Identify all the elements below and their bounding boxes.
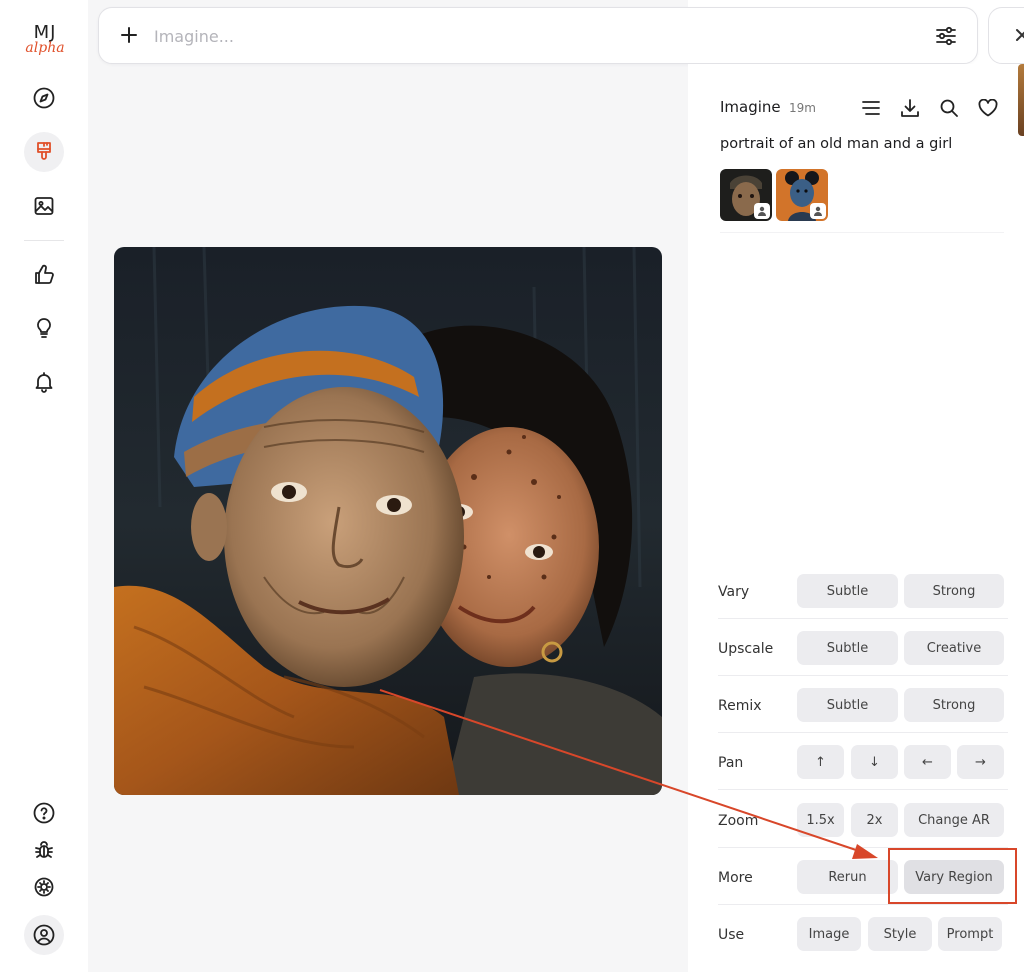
bell-icon bbox=[35, 372, 53, 393]
imagine-bar bbox=[98, 7, 978, 64]
use-style-button[interactable]: Style bbox=[868, 917, 932, 951]
person-icon bbox=[758, 206, 766, 216]
sidebar-item-tasks[interactable] bbox=[24, 308, 64, 348]
compass-icon bbox=[33, 87, 55, 109]
pan-up-button[interactable]: ↑ bbox=[797, 745, 844, 779]
user-circle-icon bbox=[33, 924, 55, 946]
search-similar-button[interactable] bbox=[937, 96, 961, 120]
list-icon bbox=[862, 101, 880, 115]
person-icon bbox=[814, 206, 822, 216]
row-separator bbox=[718, 675, 1008, 676]
sidebar-item-help[interactable] bbox=[24, 793, 64, 833]
bug-icon bbox=[35, 841, 53, 858]
sidebar-item-organize[interactable] bbox=[24, 186, 64, 226]
next-image-thumbnail[interactable] bbox=[1018, 64, 1024, 136]
download-icon bbox=[901, 99, 919, 117]
download-button[interactable] bbox=[898, 96, 922, 120]
imagine-input[interactable] bbox=[154, 22, 854, 50]
pan-left-button[interactable]: ← bbox=[904, 745, 951, 779]
use-image-button[interactable]: Image bbox=[797, 917, 861, 951]
zoom-label: Zoom bbox=[718, 813, 759, 829]
help-circle-icon bbox=[33, 802, 55, 824]
row-separator bbox=[718, 789, 1008, 790]
panel-title: Imagine bbox=[720, 98, 781, 116]
action-row-upscale: Upscale Subtle Creative bbox=[718, 631, 1018, 676]
use-prompt-button[interactable]: Prompt bbox=[938, 917, 1002, 951]
action-row-remix: Remix Subtle Strong bbox=[718, 688, 1018, 733]
close-button[interactable] bbox=[988, 7, 1024, 64]
logo[interactable]: MJ alpha bbox=[22, 24, 68, 56]
rerun-button[interactable]: Rerun bbox=[797, 860, 898, 894]
remix-strong-button[interactable]: Strong bbox=[904, 688, 1004, 722]
sun-icon bbox=[34, 877, 54, 897]
panel-header: Imagine 19m bbox=[720, 96, 1010, 120]
sidebar-item-notifications[interactable] bbox=[24, 362, 64, 402]
sidebar-item-rate[interactable] bbox=[24, 255, 64, 295]
heart-icon bbox=[978, 99, 998, 117]
row-separator bbox=[718, 847, 1008, 848]
image-icon bbox=[34, 197, 54, 215]
action-row-more: More Rerun Vary Region bbox=[718, 860, 1018, 905]
use-label: Use bbox=[718, 927, 745, 943]
action-row-use: Use Image Style Prompt bbox=[718, 917, 1018, 955]
reference-thumbnail-1[interactable] bbox=[720, 169, 772, 221]
portrait-illustration bbox=[114, 247, 662, 795]
details-menu-button[interactable] bbox=[859, 96, 883, 120]
close-icon bbox=[1016, 29, 1024, 41]
prompt-text[interactable]: portrait of an old man and a girl bbox=[720, 136, 952, 152]
search-icon bbox=[940, 99, 958, 117]
change-ar-button[interactable]: Change AR bbox=[904, 803, 1004, 837]
like-button[interactable] bbox=[976, 96, 1000, 120]
upscale-creative-button[interactable]: Creative bbox=[904, 631, 1004, 665]
sidebar-item-theme[interactable] bbox=[24, 867, 64, 907]
logo-alpha: alpha bbox=[25, 40, 65, 56]
pan-label: Pan bbox=[718, 755, 744, 771]
pan-down-button[interactable]: ↓ bbox=[851, 745, 898, 779]
row-separator bbox=[718, 618, 1008, 619]
vary-region-button[interactable]: Vary Region bbox=[904, 860, 1004, 894]
sidebar-divider bbox=[24, 240, 64, 241]
paintbrush-icon bbox=[37, 142, 51, 160]
lightbulb-icon bbox=[37, 318, 51, 338]
settings-button[interactable] bbox=[933, 23, 959, 49]
remix-subtle-button[interactable]: Subtle bbox=[797, 688, 898, 722]
thumbs-up-icon bbox=[35, 264, 54, 284]
panel-divider bbox=[720, 232, 1004, 233]
generated-image[interactable] bbox=[114, 247, 662, 795]
add-image-button[interactable] bbox=[117, 23, 141, 47]
sidebar-item-report-bug[interactable] bbox=[24, 830, 64, 870]
row-separator bbox=[718, 904, 1008, 905]
sliders-icon bbox=[936, 26, 956, 46]
action-row-zoom: Zoom 1.5x 2x Change AR bbox=[718, 803, 1018, 848]
pan-right-button[interactable]: → bbox=[957, 745, 1004, 779]
vary-label: Vary bbox=[718, 584, 750, 600]
vary-subtle-button[interactable]: Subtle bbox=[797, 574, 898, 608]
row-separator bbox=[718, 732, 1008, 733]
sidebar-item-explore[interactable] bbox=[24, 78, 64, 118]
sidebar-item-account[interactable] bbox=[24, 915, 64, 955]
reference-thumbnail-2[interactable] bbox=[776, 169, 828, 221]
zoom-1-5x-button[interactable]: 1.5x bbox=[797, 803, 844, 837]
remix-label: Remix bbox=[718, 698, 762, 714]
search-wrapper bbox=[88, 0, 978, 72]
vary-strong-button[interactable]: Strong bbox=[904, 574, 1004, 608]
sidebar-item-create[interactable] bbox=[24, 132, 64, 172]
reference-type-badge bbox=[754, 203, 770, 219]
upscale-label: Upscale bbox=[718, 641, 774, 657]
plus-icon bbox=[121, 27, 137, 43]
upscale-subtle-button[interactable]: Subtle bbox=[797, 631, 898, 665]
reference-type-badge bbox=[810, 203, 826, 219]
sidebar: MJ alpha bbox=[0, 0, 88, 972]
panel-timestamp: 19m bbox=[789, 101, 816, 115]
zoom-2x-button[interactable]: 2x bbox=[851, 803, 898, 837]
action-row-vary: Vary Subtle Strong bbox=[718, 574, 1018, 619]
action-row-pan: Pan ↑ ↓ ← → bbox=[718, 745, 1018, 790]
more-label: More bbox=[718, 870, 753, 886]
